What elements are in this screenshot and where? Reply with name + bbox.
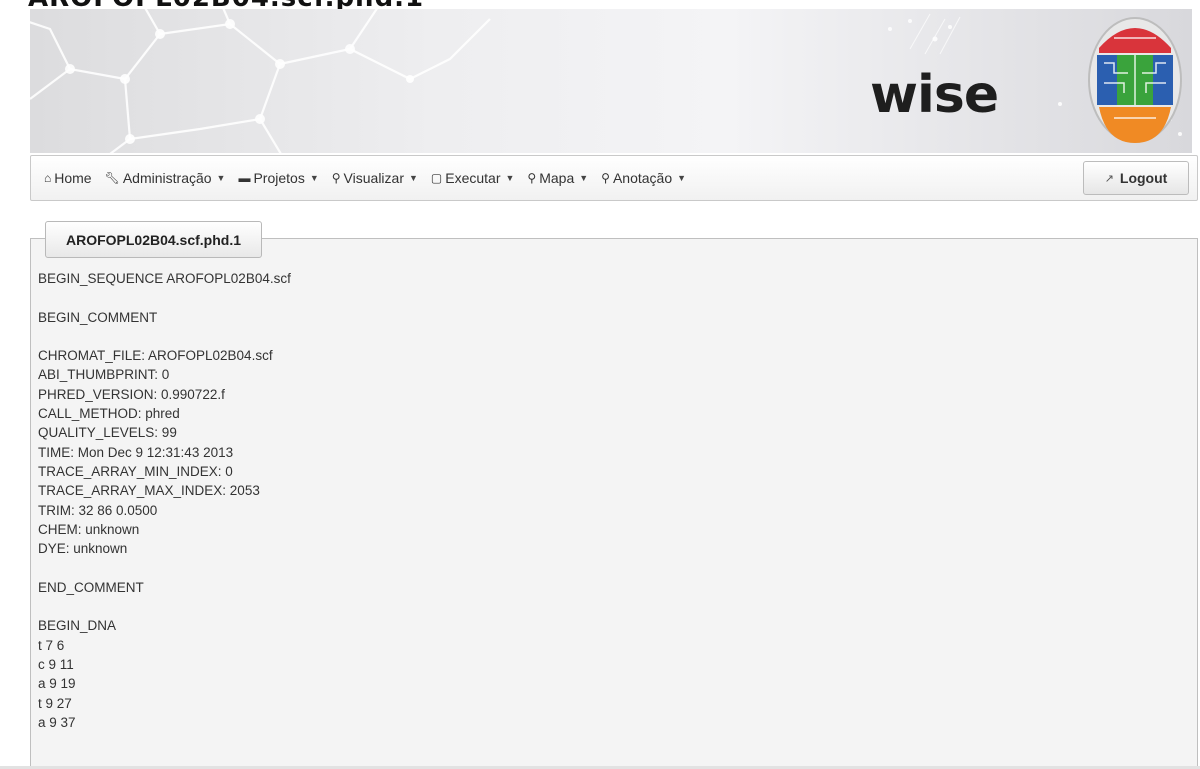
content-line: c 9 11: [38, 656, 74, 672]
content-line: TIME: Mon Dec 9 12:31:43 2013: [38, 444, 234, 460]
content-line: ABI_THUMBPRINT: 0: [38, 367, 170, 383]
content-line: TRIM: 32 86 0.0500: [38, 502, 158, 518]
content-line: a 9 19: [38, 676, 76, 692]
content-line: CALL_METHOD: phred: [38, 406, 180, 422]
nav-home-label: Home: [54, 170, 92, 186]
nav-executar[interactable]: ▢ Executar ▼: [431, 170, 515, 186]
content-block: BEGIN_DNAt 7 6 c 9 11 a 9 19 t 9 27 a 9 37: [38, 616, 291, 732]
external-link-icon: ↗: [1104, 172, 1114, 185]
nav-visualizar[interactable]: ⚲ Visualizar ▼: [332, 170, 418, 186]
search-icon: ⚲: [601, 171, 610, 185]
content-line: t 9 27: [38, 695, 72, 711]
home-icon: ⌂: [44, 171, 52, 185]
content-line: BEGIN_DNA: [38, 618, 117, 634]
content-line: CHEM: unknown: [38, 521, 140, 537]
nav-mapa-label: Mapa: [539, 170, 575, 186]
nav-visualizar-label: Visualizar: [343, 170, 404, 186]
logout-label: Logout: [1119, 170, 1168, 186]
chevron-down-icon: ▼: [505, 173, 515, 183]
brain-logo-icon: [1088, 17, 1182, 143]
content-line: BEGIN_SEQUENCE AROFOPL02B04.scf: [38, 271, 291, 286]
nav-executar-label: Executar: [445, 170, 501, 186]
nav-mapa[interactable]: ⚲ Mapa ▼: [527, 170, 588, 186]
folder-icon: ▬: [238, 171, 251, 185]
content-line: END_COMMENT: [38, 579, 144, 595]
chevron-down-icon: ▼: [677, 173, 687, 183]
content-block: BEGIN_COMMENT: [38, 308, 291, 327]
nav-projetos[interactable]: ▬ Projetos ▼: [238, 170, 318, 186]
content-line: TRACE_ARRAY_MAX_INDEX: 2053: [38, 483, 260, 499]
nav-administracao-label: Administração: [122, 170, 212, 186]
chevron-down-icon: ▼: [579, 173, 589, 183]
file-content: BEGIN_SEQUENCE AROFOPL02B04.scf BEGIN_COM…: [38, 269, 291, 751]
content-line: BEGIN_COMMENT: [38, 309, 158, 325]
content-block: CHROMAT_FILE: AROFOPL02B04.scf ABI_THUMBP…: [38, 346, 291, 558]
chevron-down-icon: ▼: [309, 173, 319, 183]
logout-button[interactable]: ↗ Logout: [1083, 161, 1189, 195]
content-line: QUALITY_LEVELS: 99: [38, 425, 177, 441]
content-line: DYE: unknown: [38, 541, 128, 557]
content-block: END_COMMENT: [38, 578, 291, 597]
content-line: a 9 37: [38, 714, 76, 730]
main-navbar: ⌂ Home 🔧︎ Administração ▼ ▬ Projetos ▼ ⚲…: [30, 155, 1198, 201]
search-icon: ⚲: [331, 171, 341, 185]
content-line: PHRED_VERSION: 0.990722.f: [38, 386, 225, 402]
wrench-icon: 🔧︎: [104, 171, 120, 185]
nav-home[interactable]: ⌂ Home: [44, 170, 92, 186]
nav-administracao[interactable]: 🔧︎ Administração ▼: [105, 170, 226, 186]
nav-projetos-label: Projetos: [253, 170, 305, 186]
chevron-down-icon: ▼: [216, 173, 226, 183]
tab-file[interactable]: AROFOPL02B04.scf.phd.1: [45, 221, 262, 258]
content-line: CHROMAT_FILE: AROFOPL02B04.scf: [38, 348, 273, 364]
wise-logo: wise: [870, 65, 999, 125]
content-line: t 7 6: [38, 637, 65, 653]
document-icon: ▢: [430, 171, 443, 185]
nav-anotacao[interactable]: ⚲ Anotação ▼: [601, 170, 686, 186]
content-block: BEGIN_SEQUENCE AROFOPL02B04.scf: [38, 269, 291, 288]
chevron-down-icon: ▼: [408, 173, 418, 183]
hexagon-pattern-decoration: [30, 9, 1182, 153]
header-banner: wise: [30, 9, 1192, 153]
search-icon: ⚲: [527, 171, 537, 185]
nav-anotacao-label: Anotação: [612, 170, 673, 186]
content-line: TRACE_ARRAY_MIN_INDEX: 0: [38, 463, 233, 479]
